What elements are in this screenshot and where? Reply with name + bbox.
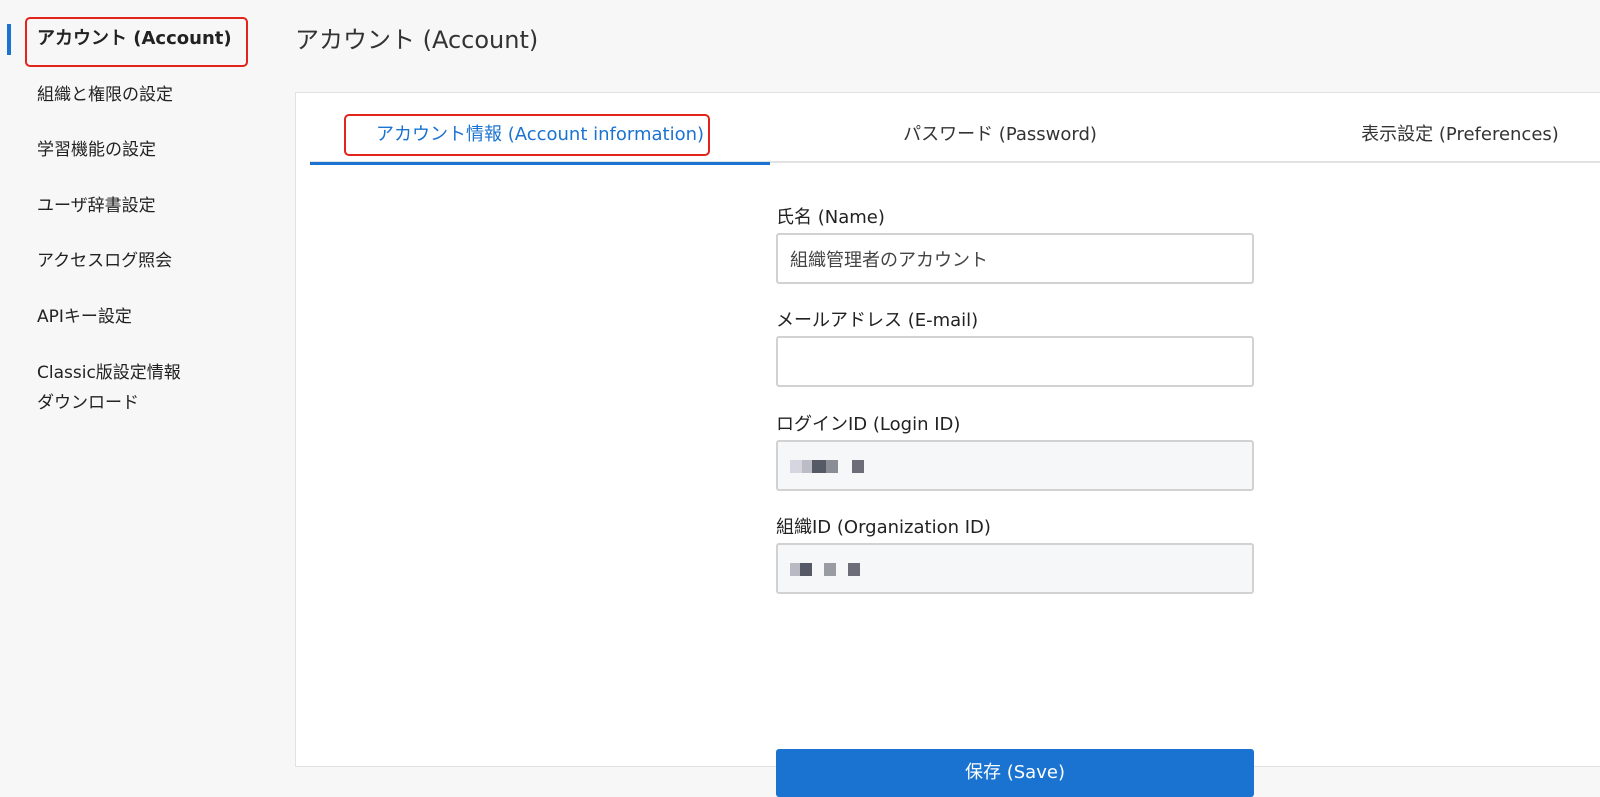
sidebar-item-access-log[interactable]: アクセスログ照会 (37, 246, 172, 276)
sidebar-item-label-line2: ダウンロード (37, 393, 139, 413)
highlight-box-tab (344, 114, 710, 156)
org-id-label: 組織ID (Organization ID) (776, 517, 991, 538)
settings-panel: アカウント情報 (Account information) パスワード (Pas… (295, 92, 1600, 797)
login-id-masked-value (790, 455, 864, 476)
sidebar-item-user-dictionary[interactable]: ユーザ辞書設定 (37, 191, 156, 221)
sidebar-item-classic-download[interactable]: Classic版設定情報 ダウンロード (37, 358, 181, 418)
login-id-label: ログインID (Login ID) (776, 414, 961, 435)
sidebar-item-learning[interactable]: 学習機能の設定 (37, 135, 156, 165)
sidebar-item-api-key[interactable]: APIキー設定 (37, 302, 132, 332)
email-label: メールアドレス (E-mail) (776, 310, 979, 331)
org-id-field[interactable] (776, 543, 1254, 594)
tab-password[interactable]: パスワード (Password) (770, 113, 1230, 163)
name-label: 氏名 (Name) (776, 207, 885, 228)
active-indicator (7, 24, 11, 55)
page-title: アカウント (Account) (295, 26, 539, 54)
save-button[interactable]: 保存 (Save) (776, 749, 1254, 797)
email-input[interactable] (776, 336, 1254, 387)
org-id-masked-value (790, 558, 860, 579)
name-input[interactable] (776, 233, 1254, 284)
sidebar-item-label-line1: Classic版設定情報 (37, 363, 181, 383)
sidebar: アカウント (Account) 組織と権限の設定 学習機能の設定 ユーザ辞書設定… (0, 0, 270, 795)
login-id-field[interactable] (776, 440, 1254, 491)
tab-preferences[interactable]: 表示設定 (Preferences) (1310, 113, 1600, 163)
sidebar-item-account[interactable]: アカウント (Account) (37, 24, 232, 54)
sidebar-item-organization[interactable]: 組織と権限の設定 (37, 80, 173, 110)
